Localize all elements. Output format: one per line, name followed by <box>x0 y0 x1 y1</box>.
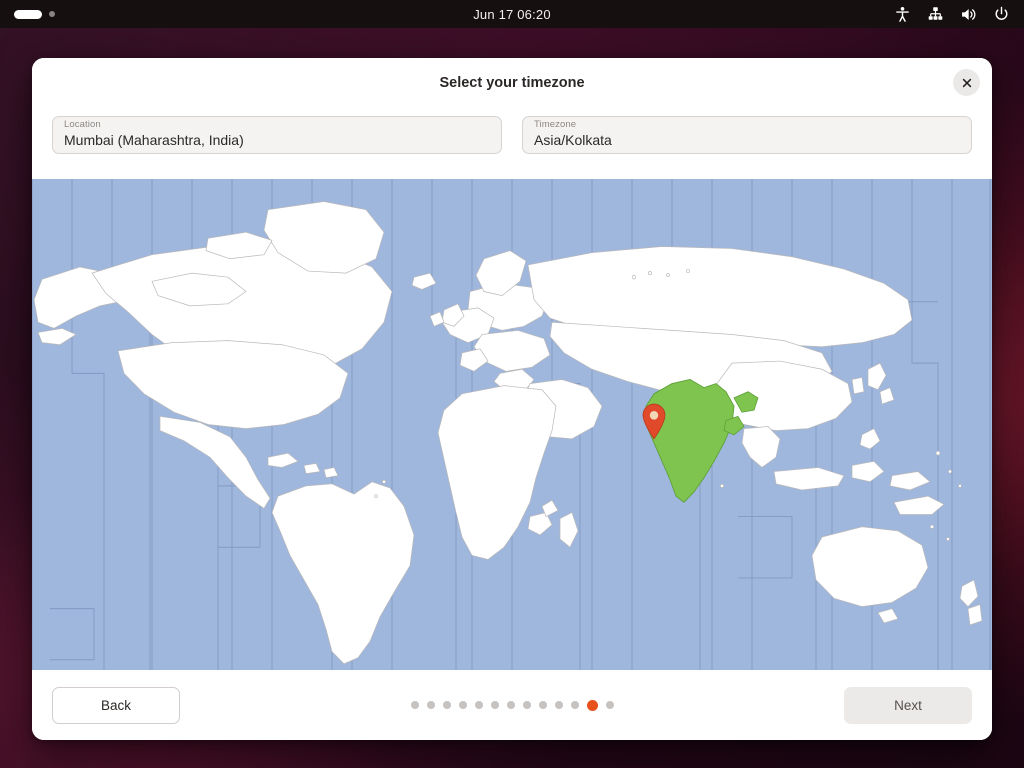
workspace-active-pill[interactable] <box>14 9 42 19</box>
power-icon[interactable] <box>993 6 1010 23</box>
page-title: Select your timezone <box>439 75 585 91</box>
accessibility-icon[interactable] <box>894 6 911 23</box>
progress-dot[interactable] <box>506 701 515 709</box>
progress-dot[interactable] <box>410 701 419 709</box>
progress-dot[interactable] <box>442 701 451 709</box>
back-button[interactable]: Back <box>52 686 180 724</box>
progress-dot[interactable] <box>474 701 483 709</box>
progress-dot[interactable] <box>458 701 467 709</box>
progress-dot-active[interactable] <box>586 699 598 711</box>
world-timezone-map[interactable] <box>32 179 992 670</box>
volume-icon[interactable] <box>960 6 977 23</box>
system-status-icons <box>894 6 1024 23</box>
map-svg[interactable] <box>32 179 992 670</box>
workspace-indicator[interactable] <box>0 9 200 19</box>
system-top-bar: Jun 17 06:20 <box>0 0 1024 28</box>
timezone-field-label: Timezone <box>534 119 577 130</box>
progress-dot[interactable] <box>490 701 499 709</box>
workspace-inactive-dot[interactable] <box>49 11 55 17</box>
close-icon <box>962 78 971 87</box>
location-field[interactable]: Location <box>52 116 502 154</box>
progress-dot[interactable] <box>605 701 614 709</box>
progress-dot[interactable] <box>426 701 435 709</box>
dialog-header: Select your timezone <box>32 58 992 108</box>
close-button[interactable] <box>953 69 980 96</box>
progress-dot[interactable] <box>554 701 563 709</box>
location-field-label: Location <box>64 119 101 130</box>
timezone-field[interactable]: Timezone <box>522 116 972 154</box>
desktop-background: Jun 17 06:20 Select your timezone Locati… <box>0 0 1024 768</box>
timezone-fields-row: Location Timezone <box>32 108 992 179</box>
progress-dot[interactable] <box>522 701 531 709</box>
timezone-dialog: Select your timezone Location Timezone <box>32 58 992 740</box>
network-wired-icon[interactable] <box>927 6 944 23</box>
dialog-footer: Back Next <box>32 670 992 740</box>
location-input[interactable] <box>64 133 490 148</box>
timezone-input[interactable] <box>534 133 960 148</box>
next-button[interactable]: Next <box>844 686 972 724</box>
progress-dot[interactable] <box>538 701 547 709</box>
progress-dot[interactable] <box>570 701 579 709</box>
